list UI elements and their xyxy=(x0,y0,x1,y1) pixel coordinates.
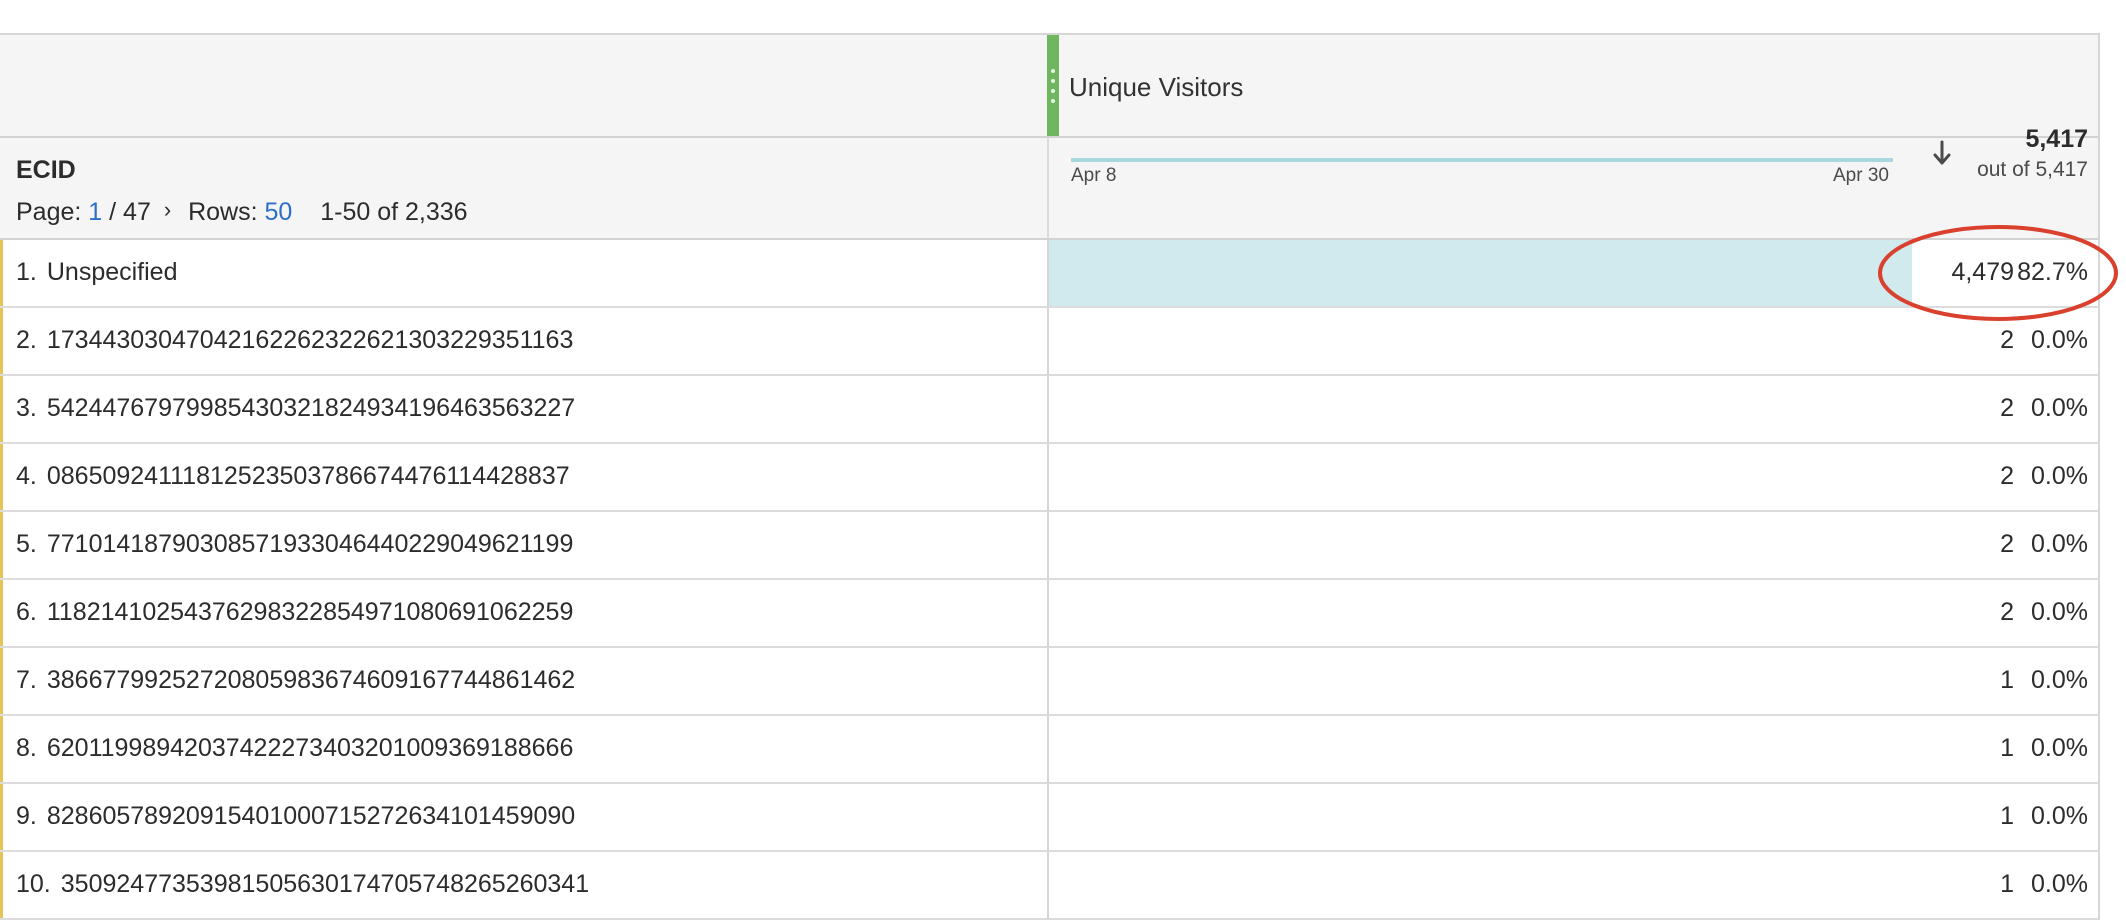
rows-per-page-select[interactable]: 50 xyxy=(265,198,293,226)
table-row[interactable]: 6. 11821410254376298322854971080691062259… xyxy=(0,580,2098,648)
row-metric-percent: 0.0% xyxy=(2031,530,2088,558)
column-divider xyxy=(1047,376,1049,442)
row-number: 8. xyxy=(16,734,37,762)
column-divider xyxy=(1047,648,1049,714)
metric-column-header: Unique Visitors xyxy=(0,35,2098,138)
table-row[interactable]: 8. 62011998942037422273403201009369188666… xyxy=(0,716,2098,784)
row-metric-value: 2 xyxy=(2000,462,2014,490)
row-metric-value: 1 xyxy=(2000,734,2014,762)
table-row[interactable]: 2. 17344303047042162262322621303229351163… xyxy=(0,308,2098,376)
table-row[interactable]: 9. 82860578920915401000715272634101459090… xyxy=(0,784,2098,852)
arrow-down-icon[interactable] xyxy=(1930,138,1954,168)
freeform-table: Unique Visitors ECID Page: 1 / 47 › Rows… xyxy=(0,33,2100,920)
column-divider xyxy=(1047,444,1049,510)
table-row[interactable]: 3. 54244767979985430321824934196463563227… xyxy=(0,376,2098,444)
column-divider xyxy=(1047,512,1049,578)
row-metric-value: 2 xyxy=(2000,326,2014,354)
row-metric-percent: 0.0% xyxy=(2031,666,2088,694)
row-label: 08650924111812523503786674476114428837 xyxy=(46,462,570,490)
row-percent-bar xyxy=(1049,240,1917,306)
table-row[interactable]: 1. Unspecified 4,479 82.7% xyxy=(0,240,2098,308)
table-body: 1. Unspecified 4,479 82.7% 2. 173443030470421… xyxy=(0,240,2098,920)
row-dimension-cell[interactable]: 1. Unspecified xyxy=(16,258,178,287)
row-label: 38667799252720805983674609167744861462 xyxy=(46,666,576,694)
row-metric-value: 2 xyxy=(2000,394,2014,422)
dimension-header: ECID Page: 1 / 47 › Rows: 50 1-50 of 2,3… xyxy=(0,138,2098,240)
row-label: 62011998942037422273403201009369188666 xyxy=(46,734,574,762)
row-label: 54244767979985430321824934196463563227 xyxy=(46,394,576,422)
row-label: 11821410254376298322854971080691062259 xyxy=(46,598,574,626)
row-dimension-cell[interactable]: 10. 3509247735398150563017470574826526034… xyxy=(16,870,589,899)
row-number: 10. xyxy=(16,870,51,898)
pagination: Page: 1 / 47 › Rows: 50 1-50 of 2,336 xyxy=(16,197,468,227)
page-label: Page: xyxy=(16,198,82,226)
metric-drag-handle[interactable] xyxy=(1047,35,1059,136)
row-metric-percent: 0.0% xyxy=(2031,802,2088,830)
row-number: 7. xyxy=(16,666,37,694)
row-metric-value: 1 xyxy=(2000,666,2014,694)
row-metric-value: 2 xyxy=(2000,598,2014,626)
table-row[interactable]: 7. 38667799252720805983674609167744861462… xyxy=(0,648,2098,716)
sparkline[interactable] xyxy=(1071,158,1893,162)
metric-total-sub: out of 5,417 xyxy=(1977,158,2088,181)
column-divider xyxy=(1047,852,1049,918)
dimension-title[interactable]: ECID xyxy=(16,156,76,185)
row-label: 82860578920915401000715272634101459090 xyxy=(46,802,576,830)
row-metric-percent: 0.0% xyxy=(2031,326,2088,354)
column-divider xyxy=(1047,138,1049,238)
row-label: 35092477353981505630174705748265260341 xyxy=(60,870,590,898)
row-dimension-cell[interactable]: 5. 77101418790308571933046440229049621199 xyxy=(16,530,573,559)
row-dimension-cell[interactable]: 2. 17344303047042162262322621303229351163 xyxy=(16,326,573,355)
total-pages: / 47 xyxy=(109,198,151,226)
sparkline-end-label: Apr 30 xyxy=(1833,165,1889,186)
column-divider xyxy=(1047,716,1049,782)
row-dimension-cell[interactable]: 4. 08650924111812523503786674476114428837 xyxy=(16,462,570,491)
table-row[interactable]: 4. 08650924111812523503786674476114428837… xyxy=(0,444,2098,512)
row-range: 1-50 of 2,336 xyxy=(320,198,468,226)
current-page-input[interactable]: 1 xyxy=(88,198,102,226)
row-dimension-cell[interactable]: 3. 54244767979985430321824934196463563227 xyxy=(16,394,575,423)
metric-total: 5,417 xyxy=(2025,125,2088,153)
row-metric-percent: 0.0% xyxy=(2031,870,2088,898)
row-label: Unspecified xyxy=(46,258,178,286)
row-metric-percent: 0.0% xyxy=(2031,394,2088,422)
row-number: 5. xyxy=(16,530,37,558)
row-metric-percent: 0.0% xyxy=(2031,598,2088,626)
row-metric-value: 1 xyxy=(2000,870,2014,898)
row-metric-percent: 0.0% xyxy=(2031,462,2088,490)
row-number: 3. xyxy=(16,394,37,422)
metric-title[interactable]: Unique Visitors xyxy=(1069,72,1243,103)
row-metric-value: 1 xyxy=(2000,802,2014,830)
table-row[interactable]: 10. 3509247735398150563017470574826526034… xyxy=(0,852,2098,920)
row-dimension-cell[interactable]: 6. 11821410254376298322854971080691062259 xyxy=(16,598,573,627)
row-number: 1. xyxy=(16,258,37,286)
red-ellipse-annotation xyxy=(1878,225,2118,321)
row-label: 17344303047042162262322621303229351163 xyxy=(46,326,574,354)
rows-label: Rows: xyxy=(188,198,258,226)
row-metric-percent: 0.0% xyxy=(2031,734,2088,762)
row-number: 2. xyxy=(16,326,37,354)
table-row[interactable]: 5. 77101418790308571933046440229049621199… xyxy=(0,512,2098,580)
column-divider xyxy=(1047,784,1049,850)
row-dimension-cell[interactable]: 7. 38667799252720805983674609167744861462 xyxy=(16,666,575,695)
row-number: 6. xyxy=(16,598,37,626)
row-number: 4. xyxy=(16,462,37,490)
row-dimension-cell[interactable]: 9. 82860578920915401000715272634101459090 xyxy=(16,802,575,831)
row-label: 77101418790308571933046440229049621199 xyxy=(46,530,574,558)
column-divider xyxy=(1047,580,1049,646)
row-dimension-cell[interactable]: 8. 62011998942037422273403201009369188666 xyxy=(16,734,573,763)
column-divider xyxy=(1047,308,1049,374)
row-metric-value: 2 xyxy=(2000,530,2014,558)
row-number: 9. xyxy=(16,802,37,830)
chevron-right-icon[interactable]: › xyxy=(164,197,171,223)
sparkline-start-label: Apr 8 xyxy=(1071,165,1117,186)
